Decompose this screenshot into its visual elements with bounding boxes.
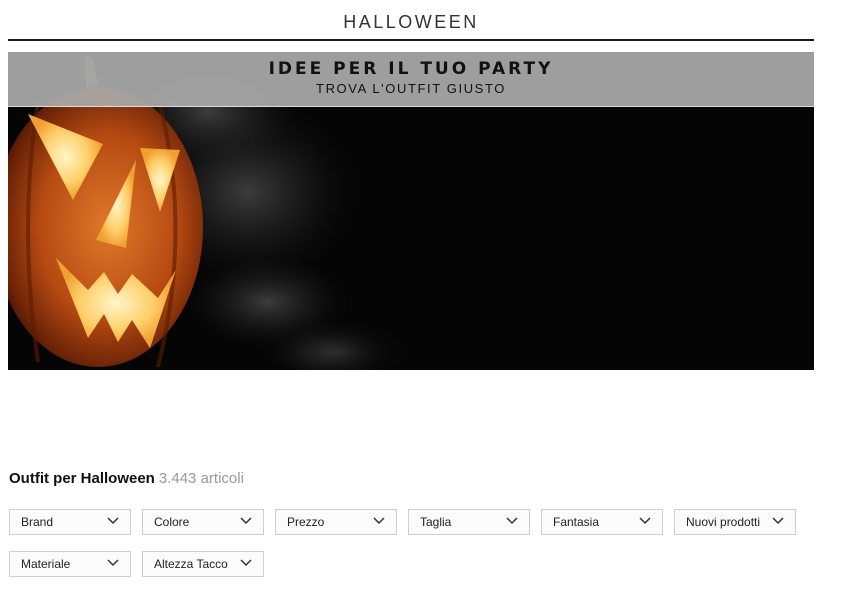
filter-label: Brand — [21, 515, 54, 529]
hero-heading: IDEE PER IL TUO PARTY — [268, 59, 554, 79]
title-divider — [8, 39, 814, 41]
chevron-down-icon — [506, 517, 518, 525]
filter-materiale[interactable]: Materiale — [9, 551, 131, 577]
filter-label: Altezza Tacco — [154, 557, 228, 571]
chevron-down-icon — [107, 517, 119, 525]
results-title: Outfit per Halloween — [9, 470, 155, 487]
filter-prezzo[interactable]: Prezzo — [275, 509, 397, 535]
chevron-down-icon — [772, 517, 784, 525]
results-summary: Outfit per Halloween 3.443 articoli — [9, 469, 244, 489]
page-title: HALLOWEEN — [343, 12, 479, 32]
filter-label: Fantasia — [553, 515, 600, 529]
filter-brand[interactable]: Brand — [9, 509, 131, 535]
filter-fantasia[interactable]: Fantasia — [541, 509, 663, 535]
chevron-down-icon — [639, 517, 651, 525]
filter-label: Nuovi prodotti — [686, 515, 761, 529]
filter-label: Materiale — [21, 557, 71, 571]
hero-subheading: TROVA L'OUTFIT GIUSTO — [316, 81, 506, 96]
chevron-down-icon — [107, 559, 119, 567]
filter-label: Colore — [154, 515, 190, 529]
filter-label: Prezzo — [287, 515, 325, 529]
chevron-down-icon — [240, 559, 252, 567]
chevron-down-icon — [240, 517, 252, 525]
filter-colore[interactable]: Colore — [142, 509, 264, 535]
chevron-down-icon — [373, 517, 385, 525]
filter-taglia[interactable]: Taglia — [408, 509, 530, 535]
results-count: 3.443 articoli — [158, 470, 244, 487]
filter-altezza-tacco[interactable]: Altezza Tacco — [142, 551, 264, 577]
hero-banner-caption: IDEE PER IL TUO PARTY TROVA L'OUTFIT GIU… — [8, 52, 814, 107]
filter-nuovi-prodotti[interactable]: Nuovi prodotti — [674, 509, 796, 535]
filter-label: Taglia — [420, 515, 452, 529]
hero-banner[interactable]: IDEE PER IL TUO PARTY TROVA L'OUTFIT GIU… — [8, 52, 814, 370]
